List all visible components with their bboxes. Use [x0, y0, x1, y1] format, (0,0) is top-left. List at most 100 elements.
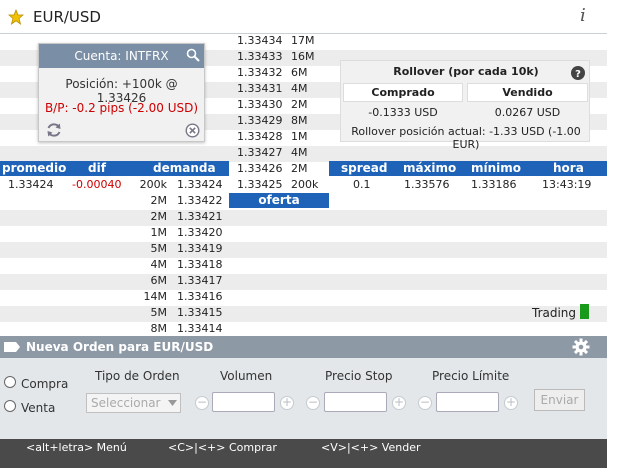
dif-value: -0.00040 — [72, 178, 122, 191]
volume-minus-button[interactable]: − — [195, 396, 209, 410]
row-stripe — [0, 242, 607, 258]
close-icon[interactable] — [185, 123, 200, 138]
bid-row[interactable]: 6M 1.33417 — [140, 273, 229, 289]
ask-price: 1.33432 — [237, 66, 283, 79]
row-stripe — [0, 274, 607, 290]
bid-row[interactable]: 5M 1.33419 — [140, 241, 229, 257]
bid-size: 2M — [150, 210, 168, 223]
stop-price-label: Precio Stop — [325, 369, 393, 383]
limit-minus-button[interactable]: − — [418, 396, 432, 410]
ask-row[interactable]: 1.33428 1M — [229, 129, 329, 145]
rollover-bought-value: -0.1333 USD — [368, 106, 438, 119]
ask-row[interactable]: 1.33429 8M — [229, 113, 329, 129]
ask-row[interactable]: 1.33426 2M — [229, 161, 329, 177]
info-icon[interactable]: i — [580, 5, 586, 26]
row-stripe — [0, 258, 607, 274]
bid-price: 1.33417 — [177, 274, 223, 287]
stop-minus-button[interactable]: − — [306, 396, 320, 410]
ask-row[interactable]: 1.33430 2M — [229, 97, 329, 113]
ask-price: 1.33431 — [237, 82, 283, 95]
account-header: Cuenta: INTFRX — [39, 44, 204, 68]
sell-radio[interactable] — [4, 400, 16, 412]
order-header: Nueva Orden para EUR/USD — [0, 336, 607, 358]
bid-price: 1.33424 — [177, 178, 223, 191]
bid-row[interactable]: 200k 1.33424 — [140, 177, 229, 193]
stop-price-input[interactable] — [324, 392, 387, 412]
bid-price: 1.33416 — [177, 290, 223, 303]
ask-price: 1.33433 — [237, 50, 283, 63]
quote-header-right: spread máximo mínimo hora — [329, 161, 607, 176]
chevron-down-icon — [168, 400, 177, 406]
ask-row[interactable]: 1.33432 6M — [229, 65, 329, 81]
min-value: 1.33186 — [471, 178, 517, 191]
bid-price: 1.33418 — [177, 258, 223, 271]
rollover-sold-header: Vendido — [502, 86, 553, 99]
order-form: Compra Venta Tipo de Orden Seleccionar V… — [0, 358, 607, 439]
buy-label: Compra — [21, 377, 69, 391]
bid-price: 1.33420 — [177, 226, 223, 239]
bid-price: 1.33421 — [177, 210, 223, 223]
bid-row[interactable]: 5M 1.33415 — [140, 305, 229, 321]
bid-row[interactable]: 8M 1.33414 — [140, 321, 229, 337]
bid-size: 1M — [150, 226, 168, 239]
rollover-current: Rollover posición actual: -1.33 USD (-1.… — [351, 125, 581, 151]
bid-row[interactable]: 2M 1.33422 — [140, 193, 229, 209]
bid-size: 14M — [143, 290, 168, 303]
trading-label: Trading — [532, 306, 577, 320]
shortcut-sell: <V>|<+> Vender — [321, 441, 421, 454]
tag-icon — [4, 342, 20, 352]
limit-price-input[interactable] — [436, 392, 499, 412]
order-type-select[interactable]: Seleccionar — [86, 393, 181, 413]
limit-plus-button[interactable]: + — [504, 396, 518, 410]
header-maximo: máximo — [403, 161, 457, 175]
bid-row[interactable]: 1M 1.33420 — [140, 225, 229, 241]
ask-row[interactable]: 1.33425 200k — [229, 177, 329, 193]
buy-radio[interactable] — [4, 376, 16, 388]
shortcut-buy: <C>|<+> Comprar — [168, 441, 277, 454]
ask-price: 1.33426 — [237, 162, 283, 175]
spread-value: 0.1 — [353, 178, 371, 191]
ask-row[interactable]: 1.33427 4M — [229, 145, 329, 161]
row-stripe — [0, 290, 607, 306]
volume-input[interactable] — [212, 392, 275, 412]
bid-price: 1.33419 — [177, 242, 223, 255]
bid-row[interactable]: 4M 1.33418 — [140, 257, 229, 273]
star-icon[interactable] — [8, 9, 24, 25]
footer-shortcuts: <alt+letra> Menú <C>|<+> Comprar <V>|<+>… — [0, 439, 607, 468]
header-spread: spread — [341, 161, 388, 175]
ask-row[interactable]: 1.33434 17M — [229, 33, 329, 49]
refresh-icon[interactable] — [45, 121, 63, 139]
help-icon[interactable]: ? — [571, 66, 585, 80]
header-demanda: demanda — [153, 161, 216, 175]
send-button[interactable]: Enviar — [534, 389, 585, 411]
right-margin — [607, 0, 633, 468]
ask-size: 16M — [291, 50, 315, 63]
volume-plus-button[interactable]: + — [280, 396, 294, 410]
ask-size: 200k — [291, 178, 319, 191]
row-stripe — [0, 306, 607, 322]
account-panel: Cuenta: INTFRX Posición: +100k @ 1.33426… — [38, 43, 205, 142]
ask-size: 6M — [291, 66, 308, 79]
ask-size: 8M — [291, 114, 308, 127]
gear-icon[interactable] — [572, 338, 590, 356]
ask-row[interactable]: 1.33431 4M — [229, 81, 329, 97]
limit-price-label: Precio Límite — [432, 369, 510, 383]
quote-header-left: promedio dif demanda — [0, 161, 229, 176]
header-dif: dif — [88, 161, 106, 175]
oferta-header: oferta — [229, 193, 329, 208]
search-icon[interactable] — [186, 48, 200, 62]
hora-value: 13:43:19 — [542, 178, 592, 191]
bid-size: 2M — [150, 194, 168, 207]
bid-size: 200k — [139, 178, 167, 191]
window-title: EUR/USD — [33, 8, 101, 26]
ask-price: 1.33428 — [237, 130, 283, 143]
bid-row[interactable]: 2M 1.33421 — [140, 209, 229, 225]
rollover-title: Rollover (por cada 10k) — [393, 65, 539, 78]
bid-row[interactable]: 14M 1.33416 — [140, 289, 229, 305]
rollover-panel: Rollover (por cada 10k) ? Comprado Vendi… — [340, 60, 590, 151]
stop-plus-button[interactable]: + — [392, 396, 406, 410]
ask-price: 1.33429 — [237, 114, 283, 127]
shortcut-menu: <alt+letra> Menú — [26, 441, 127, 454]
ask-row[interactable]: 1.33433 16M — [229, 49, 329, 65]
ask-size: 2M — [291, 98, 308, 111]
